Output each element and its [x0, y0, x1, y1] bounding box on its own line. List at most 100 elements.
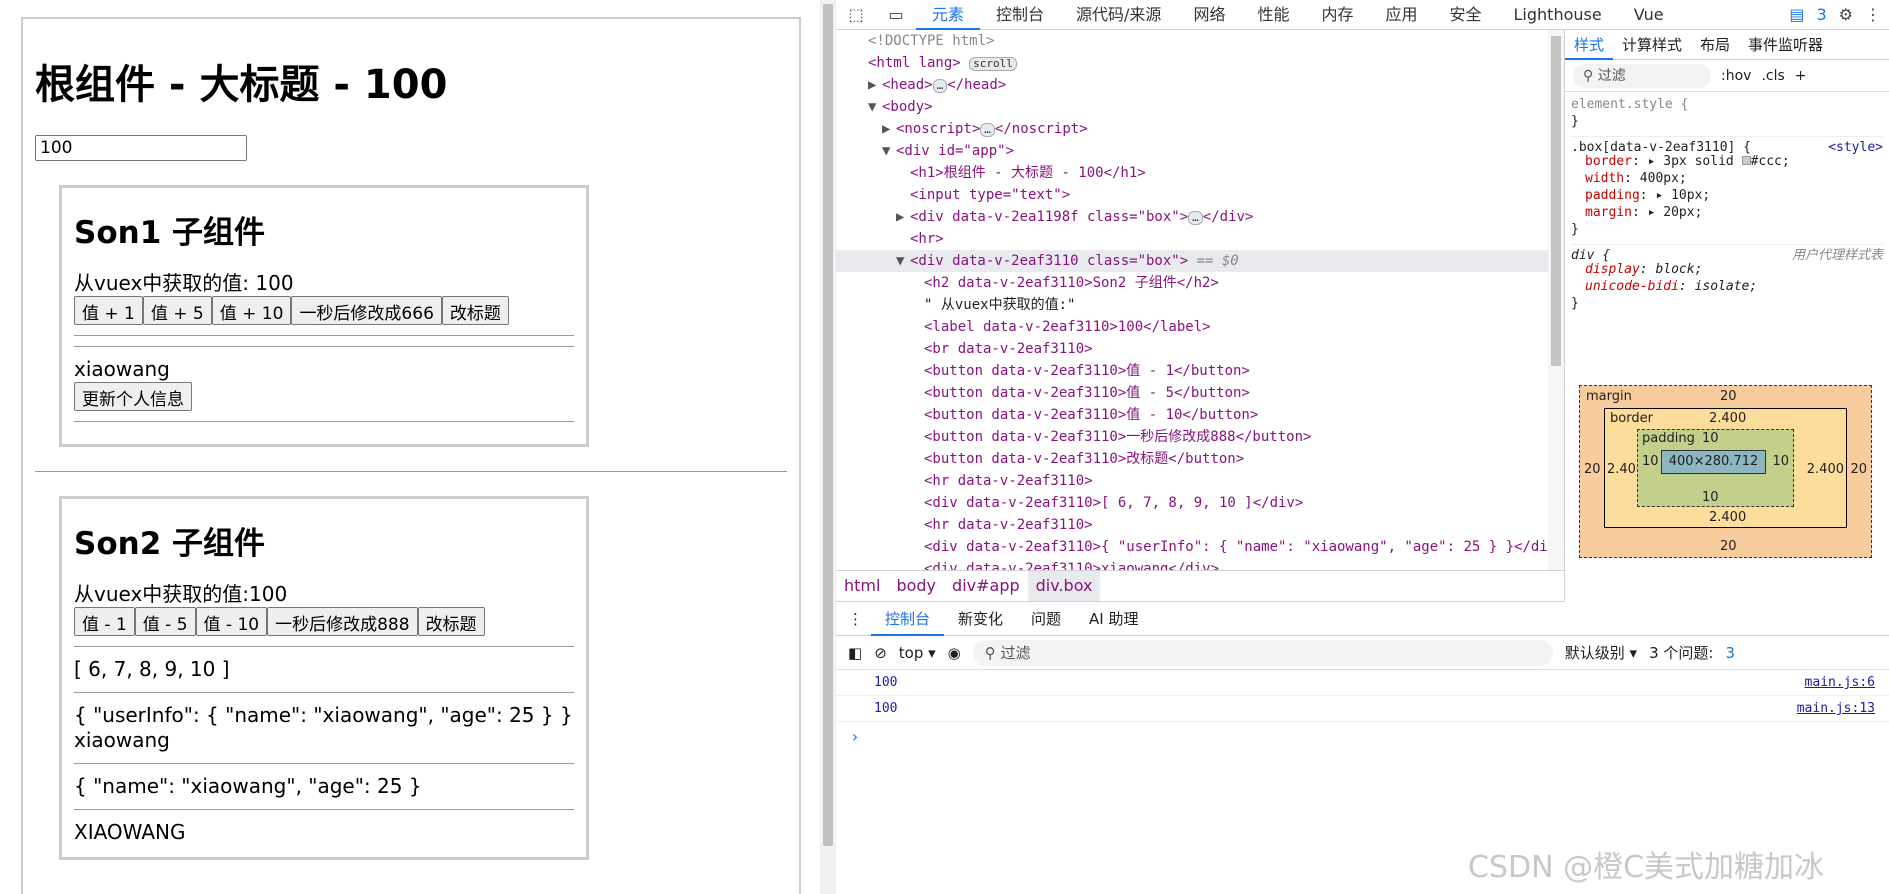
element-style-rule[interactable]: element.style { — [1571, 96, 1883, 113]
tab-elements[interactable]: 元素 — [916, 0, 981, 30]
expand-arrow-icon[interactable]: ▶ — [868, 74, 882, 96]
collapse-arrow-icon[interactable]: ▼ — [896, 250, 910, 272]
son2-sub10-button[interactable]: 值 - 10 — [195, 607, 268, 636]
son2-change-title-button[interactable]: 改标题 — [417, 607, 485, 636]
padding-top-value[interactable]: 10 — [1702, 431, 1719, 446]
expand-arrow-icon[interactable]: ▶ — [882, 118, 896, 140]
tab-performance[interactable]: 性能 — [1241, 0, 1305, 30]
tree-node[interactable]: " 从vuex中获取的值:" — [836, 294, 1564, 316]
rule-source-link[interactable]: <style> — [1828, 139, 1883, 156]
issues-count[interactable]: 3 — [1816, 5, 1826, 24]
drawer-tab-issues[interactable]: 问题 — [1017, 608, 1075, 629]
issues-icon[interactable]: ▤ — [1789, 5, 1804, 24]
margin-right-value[interactable]: 20 — [1850, 462, 1867, 477]
tab-event-listeners[interactable]: 事件监听器 — [1739, 34, 1832, 55]
tree-node[interactable]: <button data-v-2eaf3110>值 - 5</button> — [836, 382, 1564, 404]
border-right-value[interactable]: 2.400 — [1807, 462, 1844, 477]
tab-layout[interactable]: 布局 — [1691, 34, 1739, 55]
son2-sub1-button[interactable]: 值 - 1 — [74, 607, 135, 636]
clear-console-icon[interactable]: ⊘ — [874, 644, 887, 662]
son1-add5-button[interactable]: 值 + 5 — [142, 296, 212, 325]
collapse-arrow-icon[interactable]: ▼ — [868, 96, 882, 118]
tree-node[interactable]: <html lang> scroll — [836, 52, 1564, 74]
device-toggle-icon[interactable]: ▭ — [876, 5, 916, 24]
css-prop[interactable]: width: 400px; — [1571, 170, 1883, 187]
border-bottom-value[interactable]: 2.400 — [1709, 510, 1746, 525]
tree-node[interactable]: <button data-v-2eaf3110>一秒后修改成888</butto… — [836, 426, 1564, 448]
css-prop[interactable]: padding: ▸ 10px; — [1571, 187, 1883, 204]
tab-styles[interactable]: 样式 — [1565, 30, 1614, 60]
settings-icon[interactable]: ⚙ — [1839, 5, 1853, 24]
border-top-value[interactable]: 2.400 — [1709, 411, 1746, 426]
tree-node[interactable]: <input type="text"> — [836, 184, 1564, 206]
tab-security[interactable]: 安全 — [1434, 0, 1498, 30]
elements-scrollbar-thumb[interactable] — [1551, 36, 1561, 366]
drawer-tab-console[interactable]: 控制台 — [871, 602, 945, 636]
tree-node[interactable]: <button data-v-2eaf3110>改标题</button> — [836, 448, 1564, 470]
son1-delay666-button[interactable]: 一秒后修改成666 — [291, 296, 442, 325]
css-prop[interactable]: margin: ▸ 20px; — [1571, 204, 1883, 221]
tree-node[interactable]: ▼ <body> — [836, 96, 1564, 118]
tree-node[interactable]: <hr> — [836, 228, 1564, 250]
tree-node[interactable]: <br data-v-2eaf3110> — [836, 338, 1564, 360]
son1-change-title-button[interactable]: 改标题 — [441, 296, 509, 325]
console-prompt[interactable]: › — [836, 722, 1889, 752]
tree-node[interactable]: <div data-v-2eaf3110>{ "userInfo": { "na… — [836, 536, 1564, 558]
ellipsis-badge[interactable]: … — [932, 79, 948, 93]
add-rule-icon[interactable]: + — [1795, 68, 1807, 84]
source-link[interactable]: main.js:13 — [1797, 696, 1875, 722]
sidebar-toggle-icon[interactable]: ◧ — [848, 644, 862, 662]
drawer-menu-icon[interactable]: ⋮ — [836, 610, 871, 628]
title-input[interactable] — [35, 135, 247, 161]
tree-node[interactable]: <!DOCTYPE html> — [836, 30, 1564, 52]
source-link[interactable]: main.js:6 — [1805, 670, 1875, 696]
box-model-content[interactable]: 400×280.712 — [1661, 450, 1766, 474]
tree-node-selected[interactable]: ▼ <div data-v-2eaf3110 class="box"> == $0 — [836, 250, 1564, 272]
color-swatch[interactable] — [1741, 156, 1751, 165]
issues-badge[interactable]: 3 — [1725, 644, 1735, 662]
breadcrumb-box[interactable]: div.box — [1027, 571, 1101, 601]
drawer-tab-changes[interactable]: 新变化 — [944, 608, 1017, 629]
tab-vue[interactable]: Vue — [1618, 0, 1680, 30]
tree-node[interactable]: <div data-v-2eaf3110>[ 6, 7, 8, 9, 10 ]<… — [836, 492, 1564, 514]
drawer-tab-ai-assistant[interactable]: AI 助理 — [1075, 608, 1152, 629]
tab-console[interactable]: 控制台 — [980, 0, 1060, 30]
son1-add10-button[interactable]: 值 + 10 — [211, 296, 292, 325]
margin-left-value[interactable]: 20 — [1584, 462, 1601, 477]
tab-network[interactable]: 网络 — [1177, 0, 1241, 30]
tab-computed[interactable]: 计算样式 — [1613, 34, 1691, 55]
padding-right-value[interactable]: 10 — [1772, 454, 1789, 469]
console-filter-input[interactable]: ⚲ 过滤 — [972, 639, 1553, 666]
tree-node[interactable]: <button data-v-2eaf3110>值 - 1</button> — [836, 360, 1564, 382]
margin-bottom-value[interactable]: 20 — [1720, 539, 1737, 554]
breadcrumb-app[interactable]: div#app — [944, 571, 1028, 601]
more-options-icon[interactable]: ⋮ — [1865, 5, 1881, 24]
collapse-arrow-icon[interactable]: ▼ — [882, 140, 896, 162]
tab-application[interactable]: 应用 — [1369, 0, 1433, 30]
styles-filter-input[interactable]: ⚲ 过滤 — [1573, 63, 1711, 88]
page-scrollbar[interactable] — [820, 0, 836, 894]
tree-node[interactable]: ▼ <div id="app"> — [836, 140, 1564, 162]
padding-bottom-value[interactable]: 10 — [1702, 490, 1719, 505]
update-info-button[interactable]: 更新个人信息 — [74, 382, 192, 411]
ellipsis-badge[interactable]: … — [980, 123, 995, 137]
tree-node[interactable]: ▶ <div data-v-2ea1198f class="box">… </div… — [836, 206, 1564, 228]
tab-lighthouse[interactable]: Lighthouse — [1498, 0, 1618, 30]
tree-node[interactable]: <button data-v-2eaf3110>值 - 10</button> — [836, 404, 1564, 426]
son2-sub5-button[interactable]: 值 - 5 — [134, 607, 196, 636]
eye-icon[interactable]: ◉ — [948, 644, 961, 662]
scroll-badge[interactable]: scroll — [969, 57, 1017, 71]
page-scrollbar-thumb[interactable] — [823, 4, 833, 846]
tree-node[interactable]: <hr data-v-2eaf3110> — [836, 514, 1564, 536]
tree-node[interactable]: ▶ <head>… </head> — [836, 74, 1564, 96]
tree-node[interactable]: <label data-v-2eaf3110>100</label> — [836, 316, 1564, 338]
context-select[interactable]: top ▾ — [899, 644, 936, 662]
breadcrumb-html[interactable]: html — [836, 571, 888, 601]
tree-node[interactable]: <hr data-v-2eaf3110> — [836, 470, 1564, 492]
son1-add1-button[interactable]: 值 + 1 — [74, 296, 143, 325]
margin-top-value[interactable]: 20 — [1720, 389, 1737, 404]
cls-toggle[interactable]: .cls — [1761, 68, 1784, 84]
tree-node[interactable]: <h1>根组件 - 大标题 - 100</h1> — [836, 162, 1564, 184]
ellipsis-badge[interactable]: … — [1188, 211, 1203, 225]
breadcrumb-body[interactable]: body — [888, 571, 944, 601]
